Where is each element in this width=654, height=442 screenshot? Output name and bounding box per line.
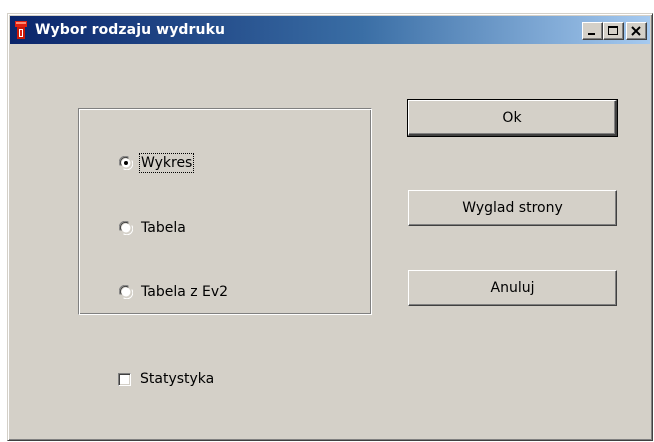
print-type-group: Wykres Tabela Tabela z Ev2 (78, 108, 372, 315)
radio-label-tabela[interactable]: Tabela (140, 219, 187, 237)
radio-option-tabela-z-ev2[interactable]: Tabela z Ev2 (119, 281, 229, 303)
flashlight-icon[interactable] (15, 21, 27, 39)
close-icon (631, 26, 641, 36)
print-type-dialog: Wybor rodzaju wydruku Wykres Tabela Tabe… (7, 13, 653, 441)
radio-unselected-icon[interactable] (119, 285, 133, 299)
maximize-button[interactable] (603, 22, 624, 40)
statystyka-checkbox[interactable] (118, 372, 131, 386)
statystyka-checkbox-row[interactable]: Statystyka (118, 368, 214, 390)
radio-selected-icon[interactable] (119, 156, 133, 170)
close-button[interactable] (626, 22, 647, 40)
radio-option-wykres[interactable]: Wykres (119, 152, 195, 174)
radio-label-tabela-z-ev2[interactable]: Tabela z Ev2 (140, 283, 229, 301)
radio-label-wykres[interactable]: Wykres (138, 153, 195, 173)
statystyka-label[interactable]: Statystyka (140, 371, 214, 387)
title-bar[interactable]: Wybor rodzaju wydruku (10, 16, 650, 44)
minimize-button[interactable] (582, 22, 603, 40)
minimize-icon (588, 33, 595, 35)
cancel-button[interactable]: Anuluj (408, 270, 617, 306)
maximize-icon (608, 26, 618, 35)
page-view-button[interactable]: Wyglad strony (408, 190, 617, 226)
window-title: Wybor rodzaju wydruku (35, 22, 226, 38)
ok-button[interactable]: Ok (407, 99, 618, 137)
radio-unselected-icon[interactable] (119, 221, 133, 235)
radio-option-tabela[interactable]: Tabela (119, 217, 187, 239)
